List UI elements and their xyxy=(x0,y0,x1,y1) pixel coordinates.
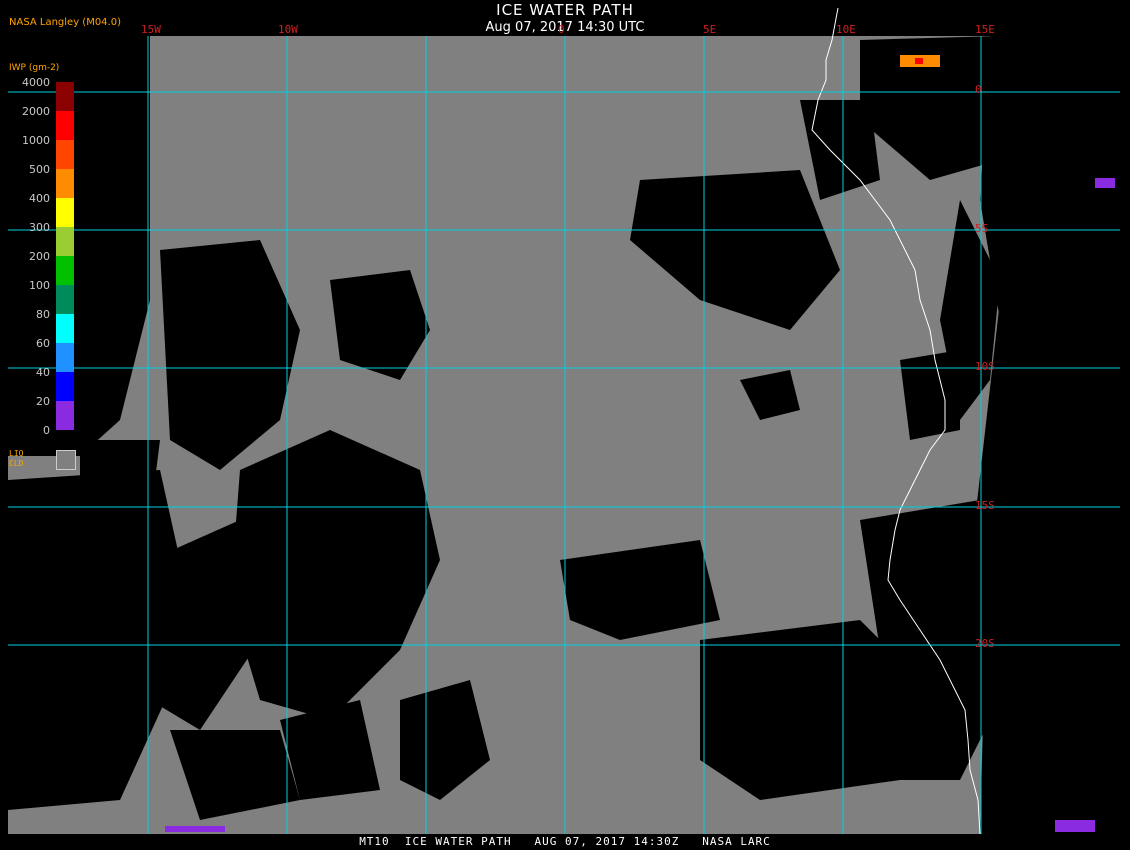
scale-tick-label: 80 xyxy=(36,308,50,321)
liq-label-line2: CLD xyxy=(9,459,24,468)
scale-tick-label: 200 xyxy=(29,250,50,263)
scale-tick-label: 20 xyxy=(36,395,50,408)
latitude-label: 10S xyxy=(975,360,995,373)
scale-segment xyxy=(56,82,74,111)
scale-segment xyxy=(56,372,74,401)
scale-segment xyxy=(56,256,74,285)
longitude-label: 15E xyxy=(975,23,995,36)
liq-label-line1: LIQ xyxy=(9,449,24,458)
scale-tick-label: 60 xyxy=(36,337,50,350)
page-title: ICE WATER PATH xyxy=(496,1,634,19)
scale-segment xyxy=(56,169,74,198)
longitude-label: 5E xyxy=(703,23,717,36)
scale-tick-label: 100 xyxy=(29,279,50,292)
longitude-label: 15W xyxy=(141,23,161,36)
latitude-label: 5S xyxy=(975,222,989,235)
color-scale xyxy=(56,82,74,430)
longitude-label: 10E xyxy=(836,23,856,36)
scale-segment xyxy=(56,401,74,430)
longitude-label: 10W xyxy=(278,23,298,36)
scale-tick-label: 4000 xyxy=(22,76,50,89)
timestamp: Aug 07, 2017 14:30 UTC xyxy=(485,20,645,35)
scale-tick-label: 500 xyxy=(29,163,50,176)
scale-tick-label: 400 xyxy=(29,192,50,205)
scale-tick-label: 1000 xyxy=(22,134,50,147)
scale-segment xyxy=(56,227,74,256)
latitude-label: 20S xyxy=(975,637,995,650)
latitude-label: 0 xyxy=(975,83,982,96)
satellite-map xyxy=(0,0,1130,850)
scale-segment xyxy=(56,285,74,314)
scale-tick-label: 300 xyxy=(29,221,50,234)
scale-segment xyxy=(56,314,74,343)
latitude-label: 15S xyxy=(975,499,995,512)
scale-segment xyxy=(56,343,74,372)
scale-segment xyxy=(56,140,74,169)
legend-title: IWP (gm-2) xyxy=(9,63,60,73)
footer-caption: MT10 ICE WATER PATH AUG 07, 2017 14:30Z … xyxy=(359,835,771,848)
longitude-label: 0 xyxy=(558,23,565,36)
scale-tick-label: 40 xyxy=(36,366,50,379)
credit-label: NASA Langley (M04.0) xyxy=(9,17,121,28)
scale-tick-label: 0 xyxy=(43,424,50,437)
scale-tick-label: 2000 xyxy=(22,105,50,118)
liquid-cloud-swatch xyxy=(56,450,76,470)
scale-segment xyxy=(56,111,74,140)
liquid-cloud-label: LIQ CLD xyxy=(9,449,23,469)
scale-segment xyxy=(56,198,74,227)
